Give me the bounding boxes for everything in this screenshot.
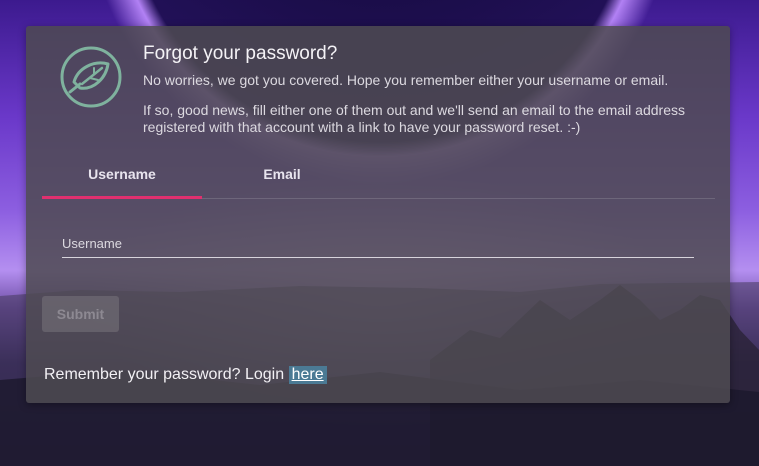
login-link[interactable]: here	[288, 366, 327, 384]
lookup-tabs: Username Email	[42, 158, 715, 199]
active-tab-indicator	[42, 196, 202, 199]
forgot-password-card: Forgot your password? No worries, we got…	[26, 26, 730, 403]
tab-username[interactable]: Username	[42, 158, 202, 198]
page-title: Forgot your password?	[143, 43, 338, 64]
submit-button[interactable]: Submit	[42, 296, 119, 332]
leaf-icon	[60, 46, 122, 108]
description-primary: No worries, we got you covered. Hope you…	[143, 72, 669, 88]
username-input[interactable]	[62, 229, 698, 259]
tab-email[interactable]: Email	[202, 158, 362, 198]
username-input-underline	[62, 257, 694, 258]
description-secondary: If so, good news, fill either one of the…	[143, 102, 685, 135]
login-prompt: Remember your password? Login here	[44, 366, 327, 384]
login-prompt-text: Remember your password? Login	[44, 366, 285, 383]
